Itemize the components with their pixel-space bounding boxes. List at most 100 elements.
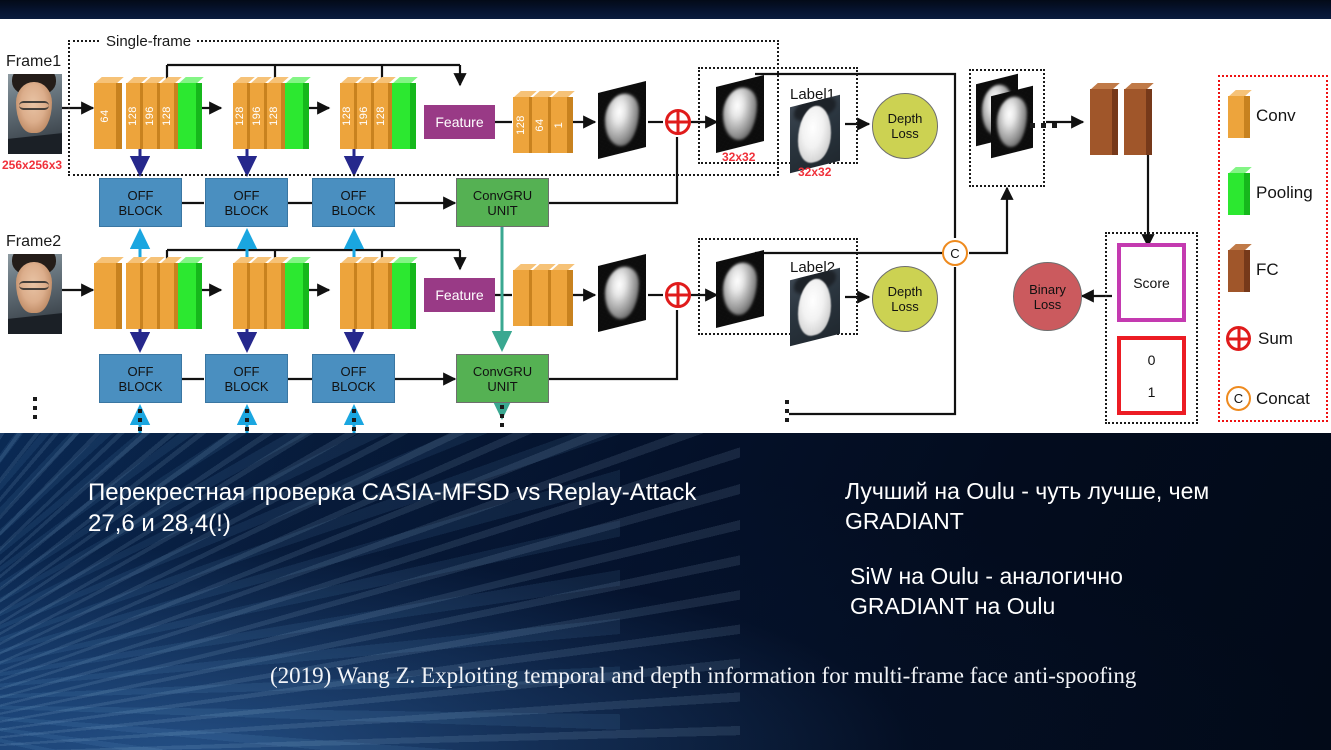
- slab-face: 64: [94, 83, 116, 149]
- legend-label-conv: Conv: [1256, 106, 1296, 125]
- slab-face: 128: [513, 97, 529, 153]
- frame1-thumbnail: [8, 74, 62, 154]
- sum-icon: [665, 282, 691, 308]
- conv-slab: 196: [357, 77, 379, 149]
- class-labels-box: 0 1: [1117, 336, 1186, 415]
- convgru-unit: ConvGRU UNIT: [456, 354, 549, 403]
- ground-truth-map-row2: [790, 267, 840, 347]
- decoder-slab: 1: [551, 91, 575, 153]
- slab-face: [94, 263, 116, 329]
- slab-face: [551, 270, 567, 326]
- horizontal-ellipsis: [1030, 123, 1057, 128]
- depth-map-row1: [598, 81, 646, 159]
- conv-channels: 128: [161, 106, 173, 126]
- conv-slab: [357, 257, 379, 329]
- slab-face: 196: [250, 83, 264, 149]
- slab-side: [1112, 89, 1118, 155]
- vertical-ellipsis: [352, 409, 356, 431]
- top-navy-band: [0, 0, 1331, 19]
- binary-loss: Binary Loss: [1013, 262, 1082, 331]
- glasses-shape: [18, 281, 50, 290]
- slab-face: [1228, 173, 1244, 215]
- pooling-slab: [285, 77, 311, 149]
- pooling-slab-icon: [1228, 167, 1252, 215]
- slab-side: [410, 263, 416, 329]
- slab-face: 128: [126, 83, 140, 149]
- conv-slab: [267, 257, 289, 329]
- off-block: OFF BLOCK: [99, 178, 182, 227]
- vertical-ellipsis: [245, 409, 249, 431]
- depth-loss-row2: Depth Loss: [872, 266, 938, 332]
- off-block: OFF BLOCK: [312, 354, 395, 403]
- conv-slab: [160, 257, 182, 329]
- conv-slab: 196: [143, 77, 165, 149]
- conv-slab: 128: [233, 77, 255, 149]
- pooling-slab: [178, 257, 204, 329]
- decoder-channels: 1: [553, 121, 565, 129]
- conv-channels: 128: [375, 106, 387, 126]
- slab-face: [357, 263, 371, 329]
- conv-channels: 128: [341, 106, 353, 126]
- legend-label-fc: FC: [1256, 260, 1279, 279]
- legend-label-sum: Sum: [1258, 329, 1293, 348]
- slab-face: 128: [233, 83, 247, 149]
- decoder-channels: 64: [534, 118, 546, 132]
- single-frame-label: Single-frame: [100, 33, 198, 50]
- slab-face: [513, 270, 529, 326]
- slab-face: [143, 263, 157, 329]
- off-block: OFF BLOCK: [99, 354, 182, 403]
- legend-label-pooling: Pooling: [1256, 183, 1313, 202]
- off-block: OFF BLOCK: [312, 178, 395, 227]
- slab-side: [116, 263, 122, 329]
- slab-face: [160, 263, 174, 329]
- slab-face: [178, 83, 196, 149]
- concat-icon: C: [1226, 386, 1251, 411]
- conv-channels: 196: [358, 106, 370, 126]
- slab-side: [1244, 173, 1250, 215]
- off-block: OFF BLOCK: [205, 178, 288, 227]
- decoder-slab: [532, 264, 556, 326]
- off-block: OFF BLOCK: [205, 354, 288, 403]
- frame1-size-label: 256x256x3: [2, 158, 63, 172]
- conv-slab: 128: [160, 77, 182, 149]
- conv-slab: 128: [126, 77, 148, 149]
- slab-side: [410, 83, 416, 149]
- convgru-unit: ConvGRU UNIT: [456, 178, 549, 227]
- score-box: Score: [1117, 243, 1186, 322]
- slab-face: [1228, 96, 1244, 138]
- fc-slab: [1124, 83, 1154, 155]
- decoder-slab: [513, 264, 537, 326]
- slab-face: [250, 263, 264, 329]
- bullet-right-second: SiW на Oulu - аналогично GRADIANT на Oul…: [850, 563, 1123, 619]
- predicted-map-row1: [716, 75, 764, 153]
- depth-map-row2: [598, 254, 646, 332]
- conv-slab: 128: [267, 77, 289, 149]
- slab-face: 128: [340, 83, 354, 149]
- class-label-1: 1: [1147, 383, 1156, 400]
- slide-root: Single-frame Frame1 256x256x3 Frame2 64 …: [0, 0, 1331, 750]
- conv-slab: [340, 257, 362, 329]
- slab-face: [267, 263, 281, 329]
- slab-face: [126, 263, 140, 329]
- slab-face: [374, 263, 388, 329]
- glasses-shape: [18, 101, 50, 110]
- frame1-label: Frame1: [6, 53, 62, 70]
- conv-channels: 196: [144, 106, 156, 126]
- pooling-slab: [392, 257, 418, 329]
- conv-slab-icon: [1228, 90, 1252, 138]
- sum-icon: [665, 109, 691, 135]
- slab-side: [116, 83, 122, 149]
- slab-face: 196: [143, 83, 157, 149]
- torso-shape: [8, 133, 62, 154]
- conv-slab: [374, 257, 396, 329]
- slab-face: [340, 263, 354, 329]
- label1-size: 32x32: [798, 165, 832, 179]
- slab-face: [392, 83, 410, 149]
- slab-face: 128: [267, 83, 281, 149]
- conv-channels: 64: [99, 109, 111, 123]
- fc-slab-icon: [1228, 244, 1252, 292]
- sum-icon: [1226, 326, 1251, 351]
- slab-face: 64: [532, 97, 548, 153]
- slab-face: 1: [551, 97, 567, 153]
- slab-face: [178, 263, 196, 329]
